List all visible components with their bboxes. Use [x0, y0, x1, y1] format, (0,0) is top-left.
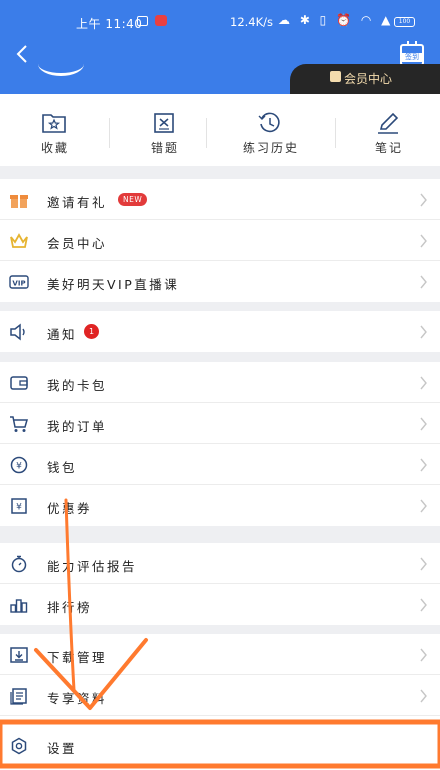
quick-label: 错题 [150, 141, 179, 155]
menu-label: 专享资料 [47, 691, 108, 706]
chevron-right-icon [420, 648, 427, 662]
divider [0, 715, 440, 716]
quick-label: 练习历史 [242, 141, 299, 155]
menu-label: 我的卡包 [47, 378, 108, 393]
menu-group-promo: 邀请有礼 NEW 会员中心 VIP 美好明天VIP直播课 [0, 179, 440, 302]
menu-item-cards[interactable]: 我的卡包 [0, 362, 440, 403]
quick-history[interactable]: 练习历史 [216, 94, 326, 166]
new-badge: NEW [118, 193, 148, 206]
menu-item-coupon[interactable]: ¥ 优惠券 [0, 485, 440, 526]
menu-label: 优惠券 [47, 501, 93, 516]
battery-icon: 100 [394, 17, 415, 27]
pencil-icon [378, 112, 399, 134]
member-center-tag[interactable]: 会员中心 [290, 64, 440, 94]
crown-icon [10, 233, 28, 248]
quick-wrong-questions[interactable]: 错题 [110, 94, 220, 166]
chevron-right-icon [420, 234, 427, 248]
divider [206, 118, 207, 148]
network-speed: 12.4K/s [230, 15, 274, 29]
wrong-question-icon [154, 113, 174, 133]
menu-label: 会员中心 [47, 236, 108, 251]
folder-star-icon [42, 114, 66, 133]
chevron-right-icon [420, 689, 427, 703]
history-icon [258, 112, 280, 133]
chevron-right-icon [420, 557, 427, 571]
chevron-right-icon [420, 458, 427, 472]
gift-icon [10, 195, 28, 208]
menu-label: 美好明天VIP直播课 [47, 277, 180, 292]
ranking-bars-icon [10, 599, 28, 613]
chevron-right-icon [420, 598, 427, 612]
quick-favorites[interactable]: 收藏 [0, 94, 110, 166]
speaker-icon [10, 323, 25, 341]
back-icon[interactable] [13, 43, 33, 65]
menu-item-wallet[interactable]: ¥ 钱包 [0, 444, 440, 485]
member-check-icon [330, 71, 341, 82]
chevron-right-icon [420, 325, 427, 339]
menu-label: 能力评估报告 [47, 559, 138, 574]
menu-item-settings[interactable]: 设置 [0, 725, 440, 766]
menu-group-tools: 下载管理 专享资料 设置 [0, 634, 440, 770]
vip-icon: VIP [9, 275, 29, 289]
menu-item-materials[interactable]: 专享资料 [0, 675, 440, 716]
coupon-icon: ¥ [11, 498, 27, 514]
svg-text:VIP: VIP [12, 280, 25, 288]
menu-label: 邀请有礼 [47, 195, 108, 210]
chevron-right-icon [420, 417, 427, 431]
menu-item-notice[interactable]: 通知 1 [0, 311, 440, 352]
menu-group-account: 我的卡包 我的订单 ¥ 钱包 ¥ 优惠券 [0, 362, 440, 526]
quick-label: 笔记 [374, 141, 403, 155]
download-icon [10, 647, 28, 663]
chevron-right-icon [420, 499, 427, 513]
quick-label: 收藏 [40, 141, 69, 155]
menu-item-orders[interactable]: 我的订单 [0, 403, 440, 444]
gear-icon [11, 737, 27, 755]
menu-label: 钱包 [47, 460, 78, 475]
menu-item-download[interactable]: 下载管理 [0, 634, 440, 675]
member-tag-label: 会员中心 [344, 72, 393, 86]
card-wallet-icon [10, 376, 28, 390]
yen-coin-icon: ¥ [10, 456, 28, 474]
unread-badge: 1 [84, 324, 99, 339]
quick-notes[interactable]: 笔记 [334, 94, 440, 166]
status-icons: ☁ ✱ ▯ ⏰ ◠ ▲ [278, 13, 394, 27]
svg-text:¥: ¥ [16, 462, 22, 472]
chevron-right-icon [420, 193, 427, 207]
menu-group-notice: 通知 1 [0, 311, 440, 352]
menu-label: 通知 [47, 327, 78, 342]
chevron-right-icon [420, 376, 427, 390]
checkin-label: 签到 [402, 53, 422, 62]
gallery-icon [137, 16, 148, 26]
status-time: 上午 11:40 [76, 17, 143, 31]
quick-actions: 收藏 错题 练习历史 笔记 [0, 94, 440, 166]
svg-text:¥: ¥ [16, 503, 22, 513]
avatar-arc [38, 52, 84, 76]
menu-label: 下载管理 [47, 650, 108, 665]
menu-item-member[interactable]: 会员中心 [0, 220, 440, 261]
menu-item-vip-live[interactable]: VIP 美好明天VIP直播课 [0, 261, 440, 302]
checkin-button[interactable]: 签到 [400, 41, 424, 66]
menu-label: 设置 [47, 741, 78, 756]
header-bar: 上午 11:40 12.4K/s ☁ ✱ ▯ ⏰ ◠ ▲ 100 签到 会员中心 [0, 0, 440, 94]
menu-item-report[interactable]: 能力评估报告 [0, 543, 440, 584]
stopwatch-icon [11, 555, 27, 573]
document-icon [10, 688, 27, 705]
menu-item-ranking[interactable]: 排行榜 [0, 584, 440, 625]
app-notification-icon [155, 15, 167, 26]
menu-label: 我的订单 [47, 419, 108, 434]
menu-label: 排行榜 [47, 600, 93, 615]
menu-item-invite[interactable]: 邀请有礼 NEW [0, 179, 440, 220]
chevron-right-icon [420, 275, 427, 289]
status-bar: 上午 11:40 12.4K/s ☁ ✱ ▯ ⏰ ◠ ▲ 100 [0, 0, 440, 40]
cart-icon [10, 416, 28, 432]
menu-group-study: 能力评估报告 排行榜 [0, 543, 440, 625]
